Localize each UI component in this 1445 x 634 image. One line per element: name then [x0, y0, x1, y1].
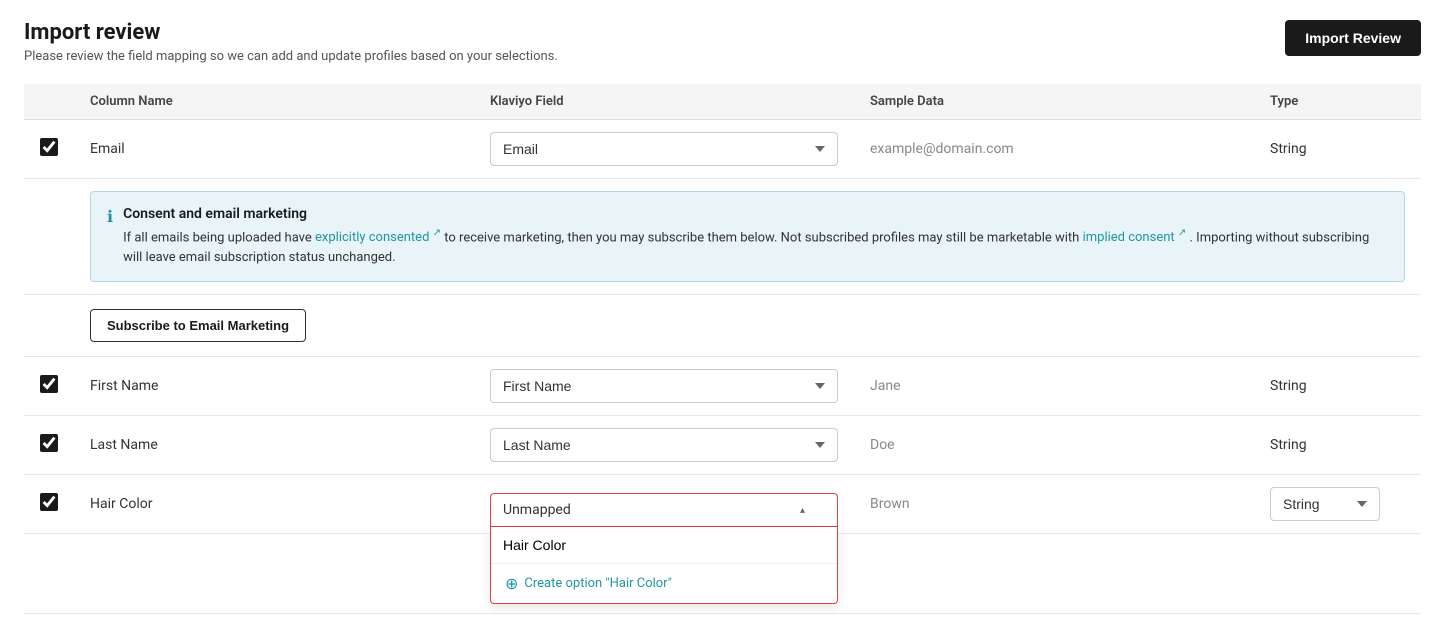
- th-checkbox: [24, 84, 74, 120]
- klaviyo-field-select-last-name[interactable]: Last Name: [490, 428, 838, 462]
- subscribe-email-marketing-button[interactable]: Subscribe to Email Marketing: [90, 309, 306, 342]
- th-sample-data: Sample Data: [854, 84, 1254, 120]
- table-row: First Name First Name Jane String: [24, 357, 1421, 416]
- chevron-up-icon: ▴: [800, 505, 805, 516]
- klaviyo-field-select-first-name[interactable]: First Name: [490, 369, 838, 403]
- th-type: Type: [1254, 84, 1421, 120]
- sample-data-last-name: Doe: [854, 416, 1254, 475]
- klaviyo-field-first-name: First Name: [474, 357, 854, 416]
- checkbox-cell: [24, 475, 74, 534]
- page-subtitle: Please review the field mapping so we ca…: [24, 49, 558, 64]
- subscribe-cell: Subscribe to Email Marketing: [74, 295, 1421, 357]
- row-checkbox-last-name[interactable]: [40, 434, 58, 452]
- table-body: Email Email example@domain.com String: [24, 120, 1421, 614]
- info-icon: ℹ: [107, 207, 113, 226]
- table-row: Last Name Last Name Doe String: [24, 416, 1421, 475]
- column-name-last-name: Last Name: [74, 416, 474, 475]
- sample-data-email: example@domain.com: [854, 120, 1254, 179]
- th-column-name: Column Name: [74, 84, 474, 120]
- unmapped-select-trigger[interactable]: Unmapped ▴: [490, 493, 838, 527]
- klaviyo-field-select-email[interactable]: Email: [490, 132, 838, 166]
- implied-consent-link[interactable]: implied consent ↗: [1083, 230, 1190, 245]
- table-row: Hair Color Unmapped ▴ ⊕: [24, 475, 1421, 534]
- column-name-first-name: First Name: [74, 357, 474, 416]
- checkbox-cell: [24, 120, 74, 179]
- row-checkbox-hair-color[interactable]: [40, 493, 58, 511]
- klaviyo-field-hair-color: Unmapped ▴ ⊕ Create option "Hair Color": [474, 475, 854, 534]
- info-banner-row: ℹ Consent and email marketing If all ema…: [24, 179, 1421, 295]
- type-last-name: String: [1254, 416, 1421, 475]
- banner-cell: ℹ Consent and email marketing If all ema…: [74, 179, 1421, 295]
- external-link-icon-1: ↗: [433, 228, 441, 239]
- subscribe-button-row: Subscribe to Email Marketing: [24, 295, 1421, 357]
- table-header: Column Name Klaviyo Field Sample Data Ty…: [24, 84, 1421, 120]
- import-review-page: Import review Please review the field ma…: [0, 0, 1445, 634]
- banner-content: ℹ Consent and email marketing If all ema…: [107, 206, 1388, 267]
- row-checkbox-email[interactable]: [40, 138, 58, 156]
- sample-data-first-name: Jane: [854, 357, 1254, 416]
- create-option-item[interactable]: ⊕ Create option "Hair Color": [491, 564, 837, 603]
- klaviyo-field-last-name: Last Name: [474, 416, 854, 475]
- plus-circle-icon: ⊕: [505, 574, 518, 593]
- consent-banner: ℹ Consent and email marketing If all ema…: [90, 191, 1405, 282]
- banner-spacer: [24, 179, 74, 295]
- dropdown-search-input[interactable]: [491, 527, 837, 564]
- checkbox-cell: [24, 416, 74, 475]
- banner-title: Consent and email marketing: [123, 206, 1388, 222]
- external-link-icon-2: ↗: [1178, 228, 1186, 239]
- klaviyo-field-email: Email: [474, 120, 854, 179]
- type-select-hair-color[interactable]: String: [1270, 487, 1380, 521]
- import-review-button[interactable]: Import Review: [1285, 20, 1421, 56]
- column-name-hair-color: Hair Color: [74, 475, 474, 534]
- mapping-table: Column Name Klaviyo Field Sample Data Ty…: [24, 84, 1421, 614]
- checkbox-cell: [24, 357, 74, 416]
- type-email: String: [1254, 120, 1421, 179]
- header-text: Import review Please review the field ma…: [24, 20, 558, 64]
- page-header: Import review Please review the field ma…: [24, 20, 1421, 64]
- subscribe-spacer: [24, 295, 74, 357]
- type-hair-color: String: [1254, 475, 1421, 534]
- row-checkbox-first-name[interactable]: [40, 375, 58, 393]
- page-title: Import review: [24, 20, 558, 45]
- th-klaviyo-field: Klaviyo Field: [474, 84, 854, 120]
- unmapped-dropdown-container: Unmapped ▴ ⊕ Create option "Hair Color": [490, 493, 838, 527]
- type-first-name: String: [1254, 357, 1421, 416]
- unmapped-dropdown-popup: ⊕ Create option "Hair Color": [490, 527, 838, 604]
- banner-body: If all emails being uploaded have explic…: [123, 226, 1388, 267]
- explicitly-consented-link[interactable]: explicitly consented ↗: [315, 230, 444, 245]
- banner-text-block: Consent and email marketing If all email…: [123, 206, 1388, 267]
- sample-data-hair-color: Brown: [854, 475, 1254, 534]
- column-name-email: Email: [74, 120, 474, 179]
- table-row: Email Email example@domain.com String: [24, 120, 1421, 179]
